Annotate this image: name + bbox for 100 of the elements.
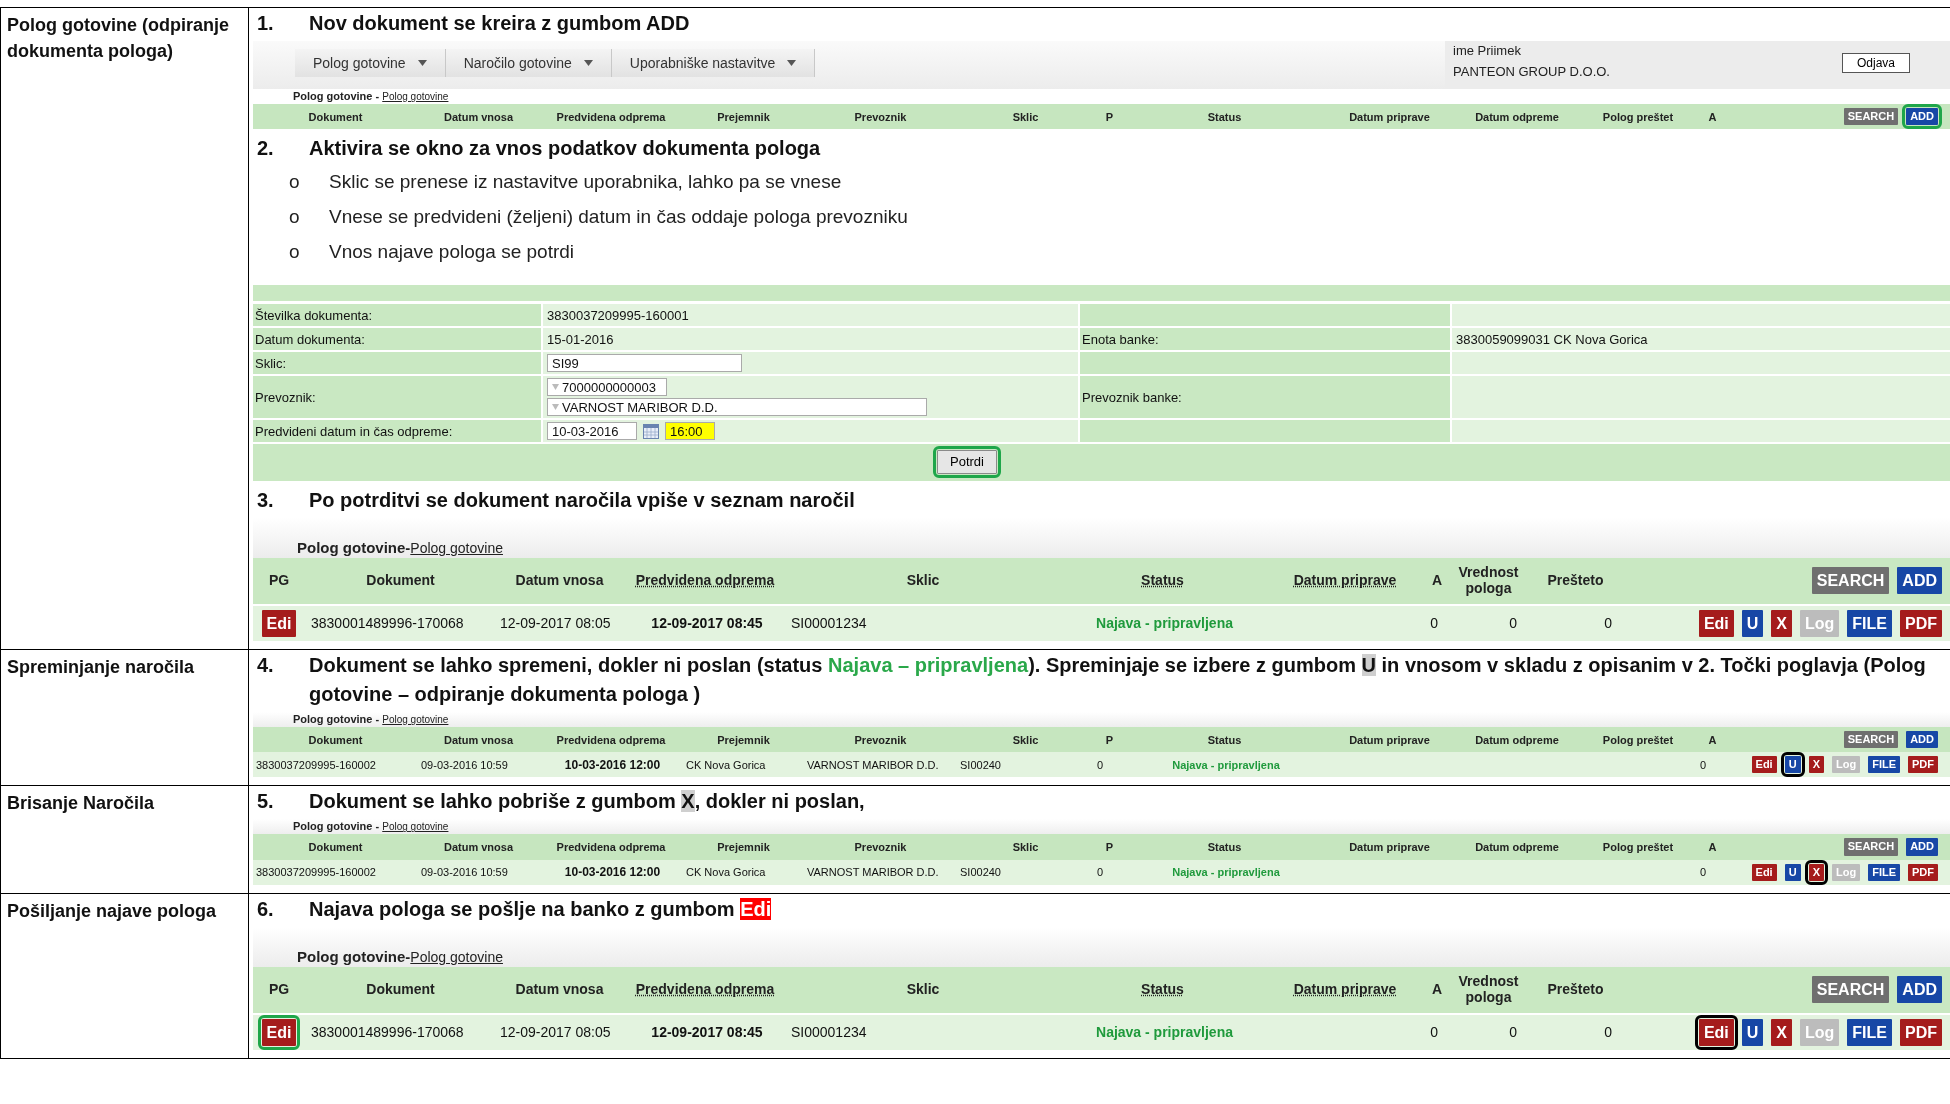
- column-header: Datum odpreme: [1474, 733, 1560, 746]
- column-header: Sklic: [1011, 840, 1040, 853]
- column-sort-link[interactable]: Predvidena odprema: [635, 573, 775, 589]
- column-header: PG: [268, 573, 290, 589]
- file-button[interactable]: FILE: [1847, 1018, 1892, 1046]
- file-button[interactable]: FILE: [1847, 609, 1892, 637]
- table-cell-text: 12-09-2017 08:05: [499, 615, 612, 632]
- column-header: Polog preštet: [1601, 110, 1675, 123]
- file-button[interactable]: FILE: [1868, 863, 1900, 881]
- add-button[interactable]: ADD: [1906, 730, 1938, 749]
- pdf-button[interactable]: PDF: [1908, 863, 1938, 881]
- table-cell-text: CK Nova Gorica: [685, 758, 767, 771]
- column-header: Datum vnosa: [442, 733, 515, 746]
- column-header: P: [1104, 733, 1115, 746]
- update-button[interactable]: U: [1784, 863, 1801, 881]
- delete-button[interactable]: X: [1808, 863, 1824, 881]
- column-header: Datum odpreme: [1474, 840, 1560, 853]
- column-sort-link[interactable]: Datum priprave: [1293, 982, 1397, 998]
- pdf-button[interactable]: PDF: [1908, 756, 1938, 774]
- column-sort-link[interactable]: Status: [1141, 573, 1184, 589]
- field-label: Predvideni datum in čas odpreme:: [255, 423, 453, 439]
- add-button[interactable]: ADD: [1897, 567, 1942, 595]
- column-header: Dokument: [366, 573, 435, 589]
- search-button[interactable]: SEARCH: [1843, 108, 1899, 126]
- breadcrumb-link[interactable]: Polog gotovine: [382, 91, 449, 102]
- confirm-button[interactable]: Potrdi: [937, 450, 997, 474]
- edi-button[interactable]: Edi: [261, 1018, 297, 1046]
- update-button[interactable]: U: [1784, 756, 1801, 774]
- date-field[interactable]: 10-03-2016: [547, 422, 637, 441]
- table-cell-text: SI00001234: [790, 1024, 868, 1041]
- column-header: A: [1707, 733, 1718, 746]
- table-cell-text: Najava - pripravljena: [1171, 866, 1281, 879]
- lookup-field[interactable]: VARNOST MARIBOR D.D.: [547, 398, 927, 417]
- search-button[interactable]: SEARCH: [1811, 567, 1890, 595]
- add-button[interactable]: ADD: [1906, 108, 1938, 126]
- edi-button[interactable]: Edi: [261, 609, 297, 637]
- step-heading: Dokument se lahko pobriše z gumbom X, dokler ni poslan,: [309, 789, 865, 815]
- table-cell-text: 3830001489996-170068: [310, 1024, 465, 1041]
- time-field[interactable]: 16:00: [665, 422, 715, 441]
- breadcrumb-link[interactable]: Polog gotovine: [382, 713, 449, 725]
- caret-icon: [417, 60, 427, 66]
- column-header: Datum odpreme: [1474, 110, 1560, 123]
- search-button[interactable]: SEARCH: [1843, 838, 1899, 856]
- lookup-field[interactable]: 7000000000003: [547, 378, 667, 397]
- table-cell-text: 0: [1096, 866, 1105, 879]
- update-button[interactable]: U: [1741, 1018, 1764, 1046]
- column-header: Dokument: [307, 840, 364, 853]
- delete-button[interactable]: X: [1771, 1018, 1792, 1046]
- column-header: P: [1104, 840, 1115, 853]
- menu-tab[interactable]: Uporabniške nastavitve: [611, 49, 816, 77]
- column-header: Status: [1206, 733, 1243, 746]
- file-button[interactable]: FILE: [1868, 756, 1900, 774]
- breadcrumb-separator: -: [405, 947, 411, 965]
- logout-button[interactable]: Odjava: [1841, 53, 1910, 73]
- table-cell-text: 0: [1508, 1024, 1518, 1041]
- breadcrumb-separator: -: [375, 90, 380, 102]
- section-label: Brisanje Naročila: [7, 793, 155, 814]
- column-header: Dokument: [307, 733, 364, 746]
- section-label: Pošiljanje najave pologa: [7, 900, 217, 921]
- breadcrumb-link[interactable]: Polog gotovine: [410, 539, 503, 556]
- delete-button[interactable]: X: [1771, 609, 1792, 637]
- edi-button[interactable]: Edi: [1751, 863, 1777, 881]
- edi-button[interactable]: Edi: [1698, 1018, 1734, 1046]
- column-header: Datum vnosa: [442, 840, 515, 853]
- step-heading: Dokument se lahko spremeni, dokler ni poslan (status Najava – pripravljena). Spreminjaje se izbere z gumbom U in vnosom v skladu z opisanim v 2. Točki poglavja (Polog gotovine – odpiranje dokumenta pologa ): [309, 652, 1927, 707]
- add-button[interactable]: ADD: [1897, 976, 1942, 1004]
- edi-button[interactable]: Edi: [1751, 756, 1777, 774]
- edi-button[interactable]: Edi: [1698, 609, 1734, 637]
- column-header: A: [1431, 982, 1443, 998]
- breadcrumb-title: Polog gotovine: [297, 538, 406, 556]
- add-button[interactable]: ADD: [1906, 838, 1938, 856]
- column-sort-link[interactable]: Predvidena odprema: [635, 982, 775, 998]
- column-header: Dokument: [366, 982, 435, 998]
- column-header: Datum vnosa: [515, 573, 604, 589]
- search-button[interactable]: SEARCH: [1843, 730, 1899, 749]
- pdf-button[interactable]: PDF: [1900, 1018, 1942, 1046]
- breadcrumb-link[interactable]: Polog gotovine: [410, 948, 503, 965]
- table-cell-text: SI00240: [959, 866, 1002, 879]
- column-header: Prejemnik: [716, 840, 771, 853]
- table-cell-text: 0: [1096, 758, 1105, 771]
- menu-tab[interactable]: Polog gotovine: [295, 49, 446, 77]
- column-header: Datum priprave: [1348, 840, 1431, 853]
- delete-button[interactable]: X: [1808, 756, 1824, 774]
- step-number: 2.: [256, 136, 275, 162]
- update-button[interactable]: U: [1741, 609, 1764, 637]
- field-label: Enota banke:: [1082, 331, 1159, 347]
- breadcrumb-separator: -: [405, 538, 411, 556]
- table-cell-text: 12-09-2017 08:45: [650, 1024, 764, 1041]
- column-sort-link[interactable]: Datum priprave: [1293, 573, 1397, 589]
- column-sort-link[interactable]: Status: [1141, 982, 1184, 998]
- input-field[interactable]: SI99: [547, 354, 742, 373]
- pdf-button[interactable]: PDF: [1900, 609, 1942, 637]
- step-heading: Najava pologa se pošlje na banko z gumbom Edi: [309, 896, 772, 922]
- caret-icon: [787, 60, 797, 66]
- column-header: Datum vnosa: [515, 982, 604, 998]
- breadcrumb-link[interactable]: Polog gotovine: [382, 821, 449, 833]
- search-button[interactable]: SEARCH: [1811, 976, 1890, 1004]
- menu-tab[interactable]: Naročilo gotovine: [445, 49, 612, 77]
- column-header: Polog preštet: [1601, 840, 1675, 853]
- column-header: Prešteto: [1547, 573, 1604, 589]
